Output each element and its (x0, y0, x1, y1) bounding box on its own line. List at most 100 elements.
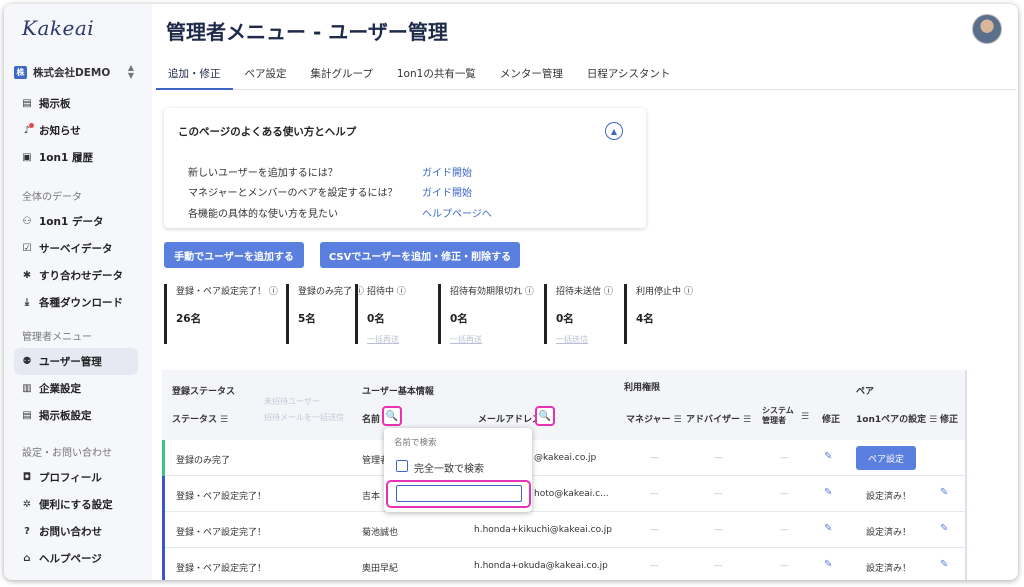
row-pair-status: 設定済み！ (866, 492, 912, 502)
csv-import-button[interactable]: CSVでユーザーを追加・修正・削除する (320, 242, 520, 268)
tab-schedule-assistant[interactable]: 日程アシスタント (575, 60, 683, 90)
col-manager[interactable]: マネジャー ☰ (626, 412, 682, 425)
sidebar-item-alignment-data[interactable]: ✱ すり合わせデータ (4, 262, 152, 289)
row-name: 奥田早紀 (362, 564, 399, 574)
sidebar-item-survey-data[interactable]: ☑ サーベイデータ (4, 235, 152, 262)
exact-match-label[interactable]: 完全一致で検索 (414, 460, 484, 475)
row-manager: — (650, 489, 659, 499)
table-row[interactable]: 登録のみ完了 管理者 @kakeai.co.jp — — — ✎ ペア設定 (162, 440, 965, 476)
help-link-set-pair[interactable]: ガイド開始 (422, 184, 472, 199)
stat-invite-not-sent[interactable]: 招待未送信 ⓘ 0名 一括送信 (544, 284, 624, 344)
stat-registered-paired[interactable]: 登録・ペア設定完了！ ⓘ 26名 (164, 284, 278, 344)
email-search-icon[interactable]: 🔍 (535, 406, 555, 426)
sidebar-section-settings: 設定・お問い合わせ (22, 447, 112, 459)
stat-inviting[interactable]: 招待中 ⓘ 0名 一括再送 (355, 284, 425, 344)
stat-value: 0名 (450, 313, 468, 325)
collapse-chevron-icon[interactable]: ▲ (605, 122, 623, 140)
sidebar-item-1on1-data[interactable]: ⚇ 1on1 データ (4, 208, 152, 235)
name-search-popover: 名前で検索 完全一致で検索 (384, 428, 532, 512)
sidebar-item-convenience-settings[interactable]: ✲ 便利にする設定 (4, 491, 152, 518)
col-pair-edit: 修正 (940, 415, 959, 425)
filter-icon[interactable]: ☰ (220, 415, 228, 425)
stat-value: 0名 (367, 313, 385, 325)
download-icon: ⤓ (24, 297, 30, 308)
company-name: 株式会社DEMO (33, 66, 111, 79)
help-question-add-user: 新しいユーザーを追加するには？ (188, 168, 338, 179)
edit-pencil-icon[interactable]: ✎ (824, 451, 832, 462)
sidebar-item-contact[interactable]: ? お問い合わせ (4, 518, 152, 545)
stat-suspended[interactable]: 利用停止中 ⓘ 4名 (624, 284, 714, 344)
tab-aggregate-groups[interactable]: 集計グループ (299, 60, 385, 90)
edit-pencil-icon[interactable]: ✎ (824, 559, 832, 570)
col-pair-setting[interactable]: 1on1ペアの設定 ☰ (856, 412, 937, 425)
col-uninvited-link[interactable]: 未招待ユーザー (264, 396, 320, 407)
help-question-set-pair: マネジャーとメンバーのペアを設定するには？ (188, 188, 398, 199)
filter-icon[interactable]: ☰ (929, 415, 937, 425)
company-switcher[interactable]: 株 株式会社DEMO ▲ ▼ (14, 62, 144, 82)
stat-value: 0名 (556, 313, 574, 325)
sidebar-item-downloads[interactable]: ⤓ 各種ダウンロード (4, 289, 152, 316)
sidebar-section-data: 全体のデータ (22, 191, 82, 203)
app-logo[interactable]: Kakeai (22, 16, 94, 40)
table-row[interactable]: 登録・ペア設定完了！ 奥田早紀 h.honda+okuda@kakeai.co.… (162, 548, 965, 580)
sidebar-item-board-settings[interactable]: ▤ 掲示板設定 (4, 402, 152, 429)
group-header-pair: ペア (856, 387, 875, 397)
edit-pencil-icon[interactable]: ✎ (824, 487, 832, 498)
row-manager: — (650, 525, 659, 535)
name-search-icon[interactable]: 🔍 (382, 406, 402, 426)
people-icon: ⚇ (22, 216, 32, 227)
help-card: このページのよくある使い方とヘルプ ▲ 新しいユーザーを追加するには？ ガイド開… (164, 108, 646, 228)
avatar[interactable] (972, 14, 1002, 44)
col-advisor[interactable]: アドバイザー ☰ (686, 412, 751, 425)
stat-registered-only[interactable]: 登録のみ完了 ⓘ 5名 (286, 284, 366, 344)
exact-match-checkbox[interactable] (396, 460, 408, 472)
filter-icon[interactable]: ☰ (674, 415, 682, 425)
tab-pair-settings[interactable]: ペア設定 (233, 60, 299, 90)
bulk-resend-link[interactable]: 一括再送 (450, 334, 538, 345)
add-user-manually-button[interactable]: 手動でユーザーを追加する (164, 242, 304, 268)
sidebar: Kakeai 株 株式会社DEMO ▲ ▼ ▤ 掲示板 ♪ お知らせ ▣ 1on1 履歴… (4, 4, 152, 580)
row-sysadmin: — (780, 453, 789, 463)
row-email: h.honda+okuda@kakeai.co.jp (474, 561, 608, 571)
stat-invite-expired[interactable]: 招待有効期限切れ ⓘ 0名 一括再送 (438, 284, 538, 344)
tab-mentor-management[interactable]: メンター管理 (488, 60, 575, 90)
sidebar-item-user-management[interactable]: ⚉ ユーザー管理 (14, 348, 138, 375)
filter-icon[interactable]: ☰ (743, 415, 751, 425)
row-status: 登録・ペア設定完了！ (176, 528, 267, 538)
help-link-add-user[interactable]: ガイド開始 (422, 164, 472, 179)
pair-edit-pencil-icon[interactable]: ✎ (940, 523, 948, 534)
status-bar (162, 476, 165, 512)
sidebar-item-1on1-history[interactable]: ▣ 1on1 履歴 (4, 144, 152, 171)
board-settings-icon: ▤ (22, 410, 32, 421)
stat-value: 26名 (176, 313, 202, 325)
sidebar-item-notifications[interactable]: ♪ お知らせ (4, 117, 152, 144)
graduation-icon: ⌂ (23, 553, 31, 564)
sidebar-item-company-settings[interactable]: ▥ 企業設定 (4, 375, 152, 402)
pair-edit-pencil-icon[interactable]: ✎ (940, 487, 948, 498)
tab-1on1-share-list[interactable]: 1on1の共有一覧 (385, 60, 488, 90)
pair-setting-button[interactable]: ペア設定 (856, 446, 916, 470)
bulk-resend-link[interactable]: 一括再送 (367, 334, 425, 345)
tab-bar: 追加・修正 ペア設定 集計グループ 1on1の共有一覧 メンター管理 日程アシス… (156, 60, 1016, 90)
row-manager: — (650, 561, 659, 571)
tab-add-edit[interactable]: 追加・修正 (156, 60, 233, 90)
bulk-send-link[interactable]: 一括送信 (556, 334, 624, 345)
sidebar-item-board[interactable]: ▤ 掲示板 (4, 90, 152, 117)
filter-icon[interactable]: ☰ (801, 412, 809, 422)
col-bulk-mail-link[interactable]: 招待メールを一括送信 (264, 412, 344, 423)
col-email: メールアドレス (478, 415, 542, 425)
edit-pencil-icon[interactable]: ✎ (824, 523, 832, 534)
name-search-input[interactable] (396, 485, 522, 502)
table-row[interactable]: 登録・ペア設定完了！ 吉本 hoto@kakeai.c... — — — ✎ 設… (162, 476, 965, 512)
sidebar-nav-top: ▤ 掲示板 ♪ お知らせ ▣ 1on1 履歴 (4, 90, 152, 171)
col-name: 名前 (362, 415, 381, 425)
col-status[interactable]: ステータス ☰ (172, 412, 228, 425)
pair-edit-pencil-icon[interactable]: ✎ (940, 559, 948, 570)
help-link-help-page[interactable]: ヘルプページへ (422, 205, 492, 220)
page-title: 管理者メニュー - ユーザー管理 (166, 20, 448, 44)
table-row[interactable]: 登録・ペア設定完了！ 菊池誠也 h.honda+kikuchi@kakeai.c… (162, 512, 965, 548)
sidebar-item-help[interactable]: ⌂ ヘルプページ (4, 545, 152, 572)
table-scroll-edge (965, 370, 967, 580)
stat-value: 4名 (636, 313, 654, 325)
sidebar-item-profile[interactable]: ◘ プロフィール (4, 464, 152, 491)
